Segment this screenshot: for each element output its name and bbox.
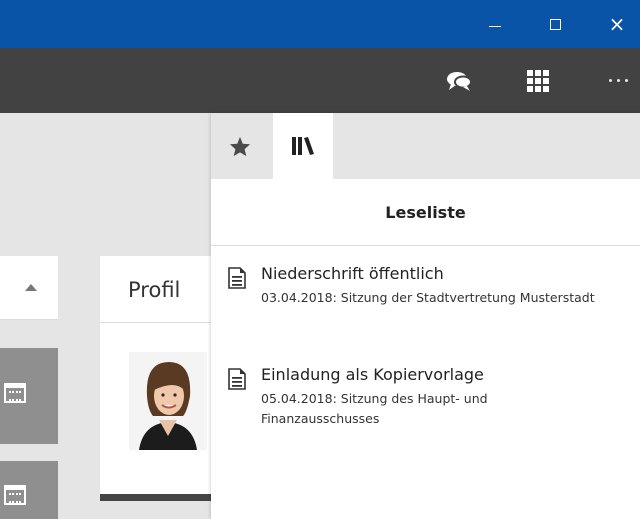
list-item-subtitle: 03.04.2018: Sitzung der Stadtvertretung … xyxy=(261,290,595,305)
calendar-tile[interactable] xyxy=(0,348,58,444)
left-list-column xyxy=(0,256,58,519)
tab-library[interactable] xyxy=(273,113,333,179)
list-item-title: Einladung als Kopiervorlage xyxy=(261,365,484,384)
avatar[interactable] xyxy=(129,352,207,450)
chat-icon xyxy=(447,71,472,91)
document-icon xyxy=(228,368,246,390)
avatar-photo xyxy=(129,352,207,450)
tab-favorites[interactable] xyxy=(211,113,269,179)
maximize-icon xyxy=(549,18,561,30)
panel-header: Leseliste xyxy=(211,179,640,246)
apps-button[interactable] xyxy=(516,48,560,113)
profile-title: Profil xyxy=(128,278,181,302)
maximize-button[interactable] xyxy=(532,0,578,48)
app-toolbar xyxy=(0,48,640,113)
minimize-icon xyxy=(489,25,501,27)
profile-card: Profil xyxy=(100,256,212,501)
divider xyxy=(100,322,212,323)
profile-card-footer-bar xyxy=(100,494,212,501)
apps-grid-icon xyxy=(527,69,549,92)
list-item-title: Niederschrift öffentlich xyxy=(261,264,444,283)
window-titlebar: × xyxy=(0,0,640,48)
minimize-button[interactable] xyxy=(472,0,518,48)
library-icon xyxy=(292,137,314,155)
calendar-icon xyxy=(4,383,26,403)
sort-header[interactable] xyxy=(0,256,58,320)
close-button[interactable]: × xyxy=(594,0,640,48)
list-item-subtitle: 05.04.2018: Sitzung des Haupt- und Finan… xyxy=(261,391,488,426)
calendar-tile[interactable] xyxy=(0,461,58,519)
calendar-icon xyxy=(4,485,26,505)
sort-up-icon xyxy=(25,284,37,291)
document-icon xyxy=(228,267,246,289)
panel-tabstrip xyxy=(211,113,640,179)
reading-list-panel: Leseliste Niederschrift öffentlich 03.04… xyxy=(211,113,640,519)
chat-button[interactable] xyxy=(437,48,481,113)
star-icon xyxy=(229,136,251,156)
close-icon: × xyxy=(608,12,626,36)
more-icon xyxy=(608,79,628,82)
panel-title: Leseliste xyxy=(385,202,466,222)
more-button[interactable] xyxy=(596,48,640,113)
